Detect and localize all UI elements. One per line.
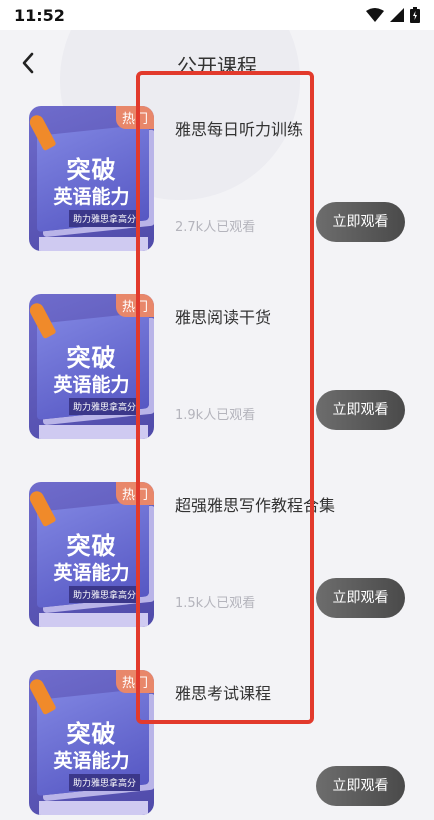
status-bar: 11:52 bbox=[0, 0, 434, 30]
quill-icon bbox=[29, 112, 57, 152]
signal-icon bbox=[390, 8, 404, 22]
status-time: 11:52 bbox=[14, 5, 65, 25]
book-pages bbox=[39, 613, 148, 627]
thumbnail-line3: 助力雅思拿高分 bbox=[69, 586, 141, 603]
quill-icon bbox=[29, 488, 57, 528]
watch-now-button[interactable]: 立即观看 bbox=[316, 766, 405, 806]
quill-icon bbox=[29, 300, 57, 340]
status-icons bbox=[366, 7, 420, 23]
highlight-box bbox=[136, 71, 314, 724]
wifi-icon bbox=[366, 8, 384, 22]
book-pages bbox=[39, 237, 148, 251]
watch-now-button[interactable]: 立即观看 bbox=[316, 390, 405, 430]
watch-now-button[interactable]: 立即观看 bbox=[316, 578, 405, 618]
thumbnail-line2: 英语能力 bbox=[53, 750, 130, 772]
watch-now-button[interactable]: 立即观看 bbox=[316, 202, 405, 242]
book-pages bbox=[39, 425, 148, 439]
battery-icon bbox=[410, 7, 420, 23]
book-pages bbox=[39, 801, 148, 815]
thumbnail-line3: 助力雅思拿高分 bbox=[69, 210, 141, 227]
thumbnail-line3: 助力雅思拿高分 bbox=[69, 774, 141, 791]
quill-icon bbox=[29, 676, 57, 716]
thumbnail-line3: 助力雅思拿高分 bbox=[69, 398, 141, 415]
